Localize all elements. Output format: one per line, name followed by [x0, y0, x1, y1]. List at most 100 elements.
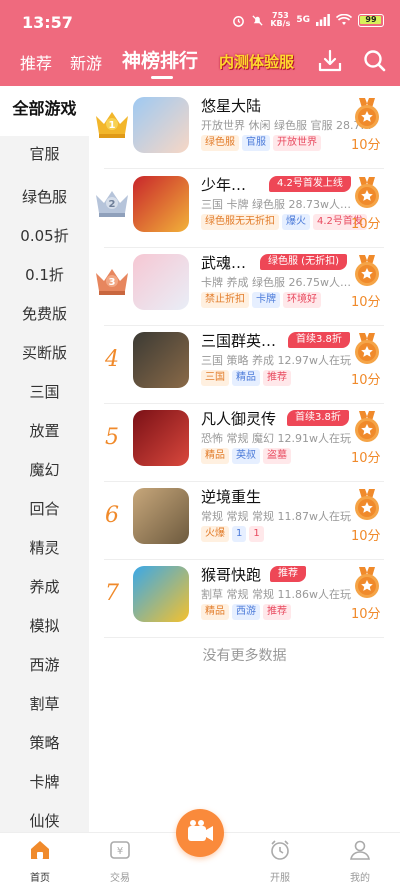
game-tag: 官服 [242, 135, 270, 151]
tab-home-label: 首页 [30, 873, 50, 884]
tab-new-games[interactable]: 新游 [70, 50, 102, 74]
tab-active-indicator [151, 76, 173, 79]
game-tags: 精品 西游 推荐 [201, 604, 291, 620]
game-tags: 绿色服 官服 开放世界 [201, 135, 321, 151]
sidebar-item-005-discount[interactable]: 0.05折 [0, 225, 89, 246]
game-row[interactable]: 1 悠星大陆 开放世界 休闲 绿色服 官服 28.7… 绿色服 官服 开放世界 … [89, 90, 400, 169]
status-bar: 13:57 753 KB/s 5G 99 [0, 0, 400, 40]
download-icon[interactable] [317, 48, 343, 74]
alarm-clock-icon [271, 840, 289, 860]
status-icons: 753 KB/s 5G 99 [232, 12, 384, 28]
tab-trade-label: 交易 [110, 873, 130, 884]
game-title[interactable]: 武魂… [201, 252, 246, 273]
sidebar-item-buyout[interactable]: 买断版 [0, 342, 89, 363]
game-tag: 精品 [201, 604, 229, 620]
sidebar-item-all-games[interactable]: 全部游戏 [0, 86, 89, 136]
game-title[interactable]: 少年… [201, 174, 246, 195]
tab-recommend[interactable]: 推荐 [20, 50, 52, 74]
game-title[interactable]: 逆境重生 [201, 486, 261, 507]
game-meta: 三国 策略 养成 12.97w人在玩 [201, 354, 351, 367]
rank-number: 5 [105, 425, 119, 450]
game-row[interactable]: 2 少年… 4.2号首发上线 三国 卡牌 绿色服 28.73w人… 绿色服无无折… [89, 169, 400, 248]
sidebar-item-idle[interactable]: 放置 [0, 420, 89, 441]
game-thumbnail[interactable] [133, 410, 189, 466]
tab-ranking[interactable]: 神榜排行 [122, 46, 198, 73]
game-tag: 禁止折扣 [201, 292, 249, 308]
status-time: 13:57 [22, 13, 73, 32]
game-title[interactable]: 三国群英… [201, 330, 276, 351]
top-nav: 推荐 新游 神榜排行 内测体验服 [0, 46, 400, 82]
wifi-icon [336, 14, 352, 25]
game-tag: 绿色服无无折扣 [201, 214, 279, 230]
sidebar-item-spirit[interactable]: 精灵 [0, 537, 89, 558]
score-medal-icon [355, 98, 379, 129]
score-medal-icon [355, 489, 379, 520]
network-speed: 753 KB/s [270, 11, 291, 28]
game-thumbnail[interactable] [133, 254, 189, 310]
score-medal-icon [355, 333, 379, 364]
search-icon[interactable] [362, 48, 388, 74]
sidebar-item-green[interactable]: 绿色服 [0, 186, 89, 207]
crown-gold-icon: 1 [96, 112, 128, 138]
sidebar-item-xianxia[interactable]: 仙侠 [0, 810, 89, 831]
sidebar-item-mowing[interactable]: 割草 [0, 693, 89, 714]
game-row[interactable]: 7 猴哥快跑 推荐 割草 常规 常规 11.86w人在玩 精品 西游 推荐 10… [89, 559, 400, 638]
sidebar-item-strategy[interactable]: 策略 [0, 732, 89, 753]
tab-trade[interactable]: ¥ 交易 [90, 839, 150, 884]
home-icon [31, 841, 49, 859]
rank-number: 6 [105, 503, 119, 528]
game-thumbnail[interactable] [133, 97, 189, 153]
game-thumbnail[interactable] [133, 176, 189, 232]
game-tag: 精品 [232, 370, 260, 386]
game-meta: 割草 常规 常规 11.86w人在玩 [201, 588, 351, 601]
svg-text:1: 1 [109, 120, 116, 131]
sidebar-item-turn-based[interactable]: 回合 [0, 498, 89, 519]
svg-text:3: 3 [109, 277, 116, 288]
game-thumbnail[interactable] [133, 566, 189, 622]
game-meta: 三国 卡牌 绿色服 28.73w人… [201, 198, 351, 211]
sidebar-item-journey-west[interactable]: 西游 [0, 654, 89, 675]
video-center-button[interactable] [176, 809, 224, 857]
game-thumbnail[interactable] [133, 332, 189, 388]
promo-badge: 首续3.8折 [288, 332, 350, 348]
game-row[interactable]: 5 凡人御灵传 首续3.8折 恐怖 常规 魔幻 12.91w人在玩 精品 英叔 … [89, 403, 400, 482]
game-score: 10分 [351, 451, 381, 466]
sidebar-item-card[interactable]: 卡牌 [0, 771, 89, 792]
beta-server-link[interactable]: 内测体验服 [219, 51, 294, 72]
game-tags: 精品 英叔 盗墓 [201, 448, 291, 464]
game-tag: 英叔 [232, 448, 260, 464]
game-title[interactable]: 凡人御灵传 [201, 408, 276, 429]
sidebar-item-official[interactable]: 官服 [0, 143, 89, 164]
sidebar-item-01-discount[interactable]: 0.1折 [0, 264, 89, 285]
svg-text:2: 2 [109, 199, 116, 210]
sidebar-item-simulation[interactable]: 模拟 [0, 615, 89, 636]
promo-badge: 首续3.8折 [287, 410, 349, 426]
game-meta: 恐怖 常规 魔幻 12.91w人在玩 [201, 432, 351, 445]
sidebar-item-nurture[interactable]: 养成 [0, 576, 89, 597]
user-icon [350, 840, 370, 860]
game-tags: 禁止折扣 卡牌 环境好 [201, 292, 321, 308]
sidebar-item-free[interactable]: 免费版 [0, 303, 89, 324]
tab-home[interactable]: 首页 [10, 839, 70, 884]
game-tags: 三国 精品 推荐 [201, 370, 291, 386]
no-more-data: 没有更多数据 [202, 648, 287, 664]
game-tag: 1 [249, 526, 264, 542]
game-score: 10分 [351, 217, 381, 232]
game-title[interactable]: 猴哥快跑 [201, 564, 261, 585]
mute-icon [252, 14, 263, 26]
rank-number: 7 [105, 581, 119, 606]
tab-server-open[interactable]: 开服 [250, 839, 310, 884]
promo-badge: 4.2号首发上线 [269, 176, 351, 192]
sidebar-item-three-kingdoms[interactable]: 三国 [0, 381, 89, 402]
game-thumbnail[interactable] [133, 488, 189, 544]
game-title[interactable]: 悠星大陆 [201, 95, 261, 116]
game-meta: 常规 常规 常规 11.87w人在玩 [201, 510, 351, 523]
svg-text:¥: ¥ [117, 846, 123, 857]
game-row[interactable]: 4 三国群英… 首续3.8折 三国 策略 养成 12.97w人在玩 三国 精品 … [89, 325, 400, 404]
game-tag: 精品 [201, 448, 229, 464]
game-row[interactable]: 3 武魂… 绿色服 (无折扣) 卡牌 养成 绿色服 26.75w人… 禁止折扣 … [89, 247, 400, 326]
tab-mine[interactable]: 我的 [330, 839, 390, 884]
sidebar-item-fantasy[interactable]: 魔幻 [0, 459, 89, 480]
game-row[interactable]: 6 逆境重生 常规 常规 常规 11.87w人在玩 火爆 1 1 10分 [89, 481, 400, 560]
game-tag: 爆火 [282, 214, 310, 230]
